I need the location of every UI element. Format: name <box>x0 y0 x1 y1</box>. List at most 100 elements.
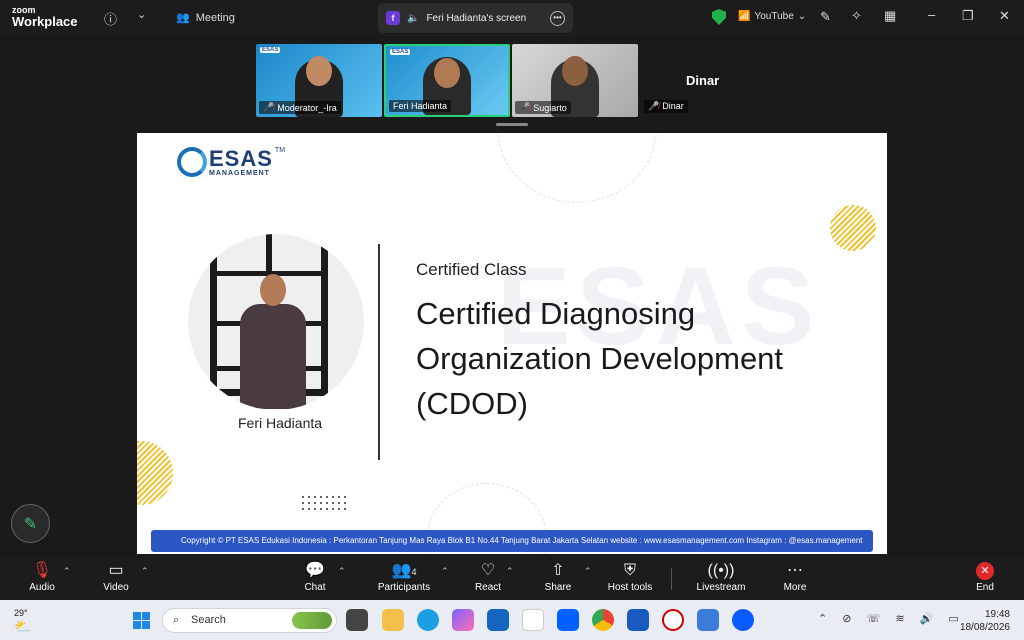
media-player-icon[interactable] <box>662 609 684 631</box>
shield-icon: ⛨ <box>623 562 636 579</box>
minimize-icon[interactable]: – <box>928 7 935 22</box>
annotate-button[interactable]: ✎ <box>11 504 50 543</box>
more-icon[interactable]: ••• <box>550 10 565 26</box>
youtube-dropdown[interactable]: 📶 YouTube ⌄ <box>738 11 806 22</box>
participant-name: Moderator_-Ira <box>277 102 337 113</box>
livestream-icon: ((•)) <box>707 562 735 579</box>
word-icon[interactable] <box>627 609 649 631</box>
edge-icon[interactable] <box>417 609 439 631</box>
file-explorer-icon[interactable] <box>382 609 404 631</box>
strip-drag-handle[interactable] <box>496 123 528 126</box>
toolbar-divider <box>671 568 672 590</box>
share-screen-icon: ⇧ <box>551 562 565 579</box>
shield-icon[interactable] <box>712 9 726 25</box>
video-options-caret[interactable]: ⌃ <box>141 566 149 577</box>
mic-muted-icon: 🎤̸ <box>648 101 660 111</box>
video-label: Video <box>103 582 129 593</box>
close-icon[interactable]: ✕ <box>999 8 1010 24</box>
weather-widget[interactable]: 29° ⛅ <box>14 608 31 635</box>
meeting-button[interactable]: 👥 Meeting <box>176 11 235 25</box>
dropbox-icon[interactable] <box>557 609 579 631</box>
brand-line2: Workplace <box>12 14 78 29</box>
host-tools-label: Host tools <box>607 582 653 593</box>
participants-button[interactable]: 👥4 Participants <box>375 560 433 593</box>
top-bar: zoom Workplace ⓘ ⌄ 👥 Meeting f 🔈 Feri Ha… <box>0 0 1024 36</box>
video-button[interactable]: ▭ Video <box>100 560 132 593</box>
participants-icon: 👥4 <box>391 562 417 579</box>
dot-grid-decoration <box>300 494 346 514</box>
pen-tool-icon[interactable]: ✎ <box>820 9 831 25</box>
signal-icon: 📶 <box>738 11 751 22</box>
clock-date: 18/08/2026 <box>959 622 1010 633</box>
amazon-icon[interactable] <box>522 609 544 631</box>
system-tray[interactable]: ⌃ ⊘ ☏ ≋ 🔊 ▭ <box>818 612 965 625</box>
chat-options-caret[interactable]: ⌃ <box>338 566 346 577</box>
end-button[interactable]: ✕ End <box>972 560 998 593</box>
taskbar-search[interactable]: ⌕ Search <box>162 608 337 633</box>
participants-options-caret[interactable]: ⌃ <box>441 566 449 577</box>
meeting-label: Meeting <box>195 11 235 24</box>
zoom-app-icon[interactable] <box>732 609 754 631</box>
host-tools-button[interactable]: ⛨ Host tools <box>604 560 656 593</box>
info-icon[interactable]: ⓘ <box>104 9 117 28</box>
audio-options-caret[interactable]: ⌃ <box>63 566 71 577</box>
youtube-label: YouTube <box>754 11 794 22</box>
mic-muted-icon: 🎤̸ <box>519 102 531 112</box>
more-icon: ⋯ <box>787 562 803 579</box>
livestream-button[interactable]: ((•)) Livestream <box>695 560 747 593</box>
share-tab-badge: f <box>386 11 400 25</box>
participant-label: 🎤̸ Moderator_-Ira <box>259 101 341 114</box>
zoom-logo: zoom Workplace <box>12 6 78 29</box>
participant-name: Sugiarto <box>533 102 567 113</box>
esas-mini-logo: ESAS <box>260 47 281 53</box>
share-label: Share <box>544 582 572 593</box>
participant-avatar-name[interactable]: Dinar <box>686 73 719 88</box>
meeting-toolbar: 🎙 Audio ⌃ ▭ Video ⌃ 💬 Chat ⌃ 👥4 Particip… <box>0 556 1024 600</box>
search-placeholder: Search <box>191 614 226 626</box>
livestream-label: Livestream <box>696 582 746 593</box>
participant-tile[interactable]: ESAS 🎤̸ Moderator_-Ira <box>256 44 382 117</box>
react-button[interactable]: ♡ React <box>473 560 503 593</box>
copilot-icon[interactable] <box>452 609 474 631</box>
participant-tile[interactable]: ESAS Feri Hadianta <box>384 44 510 117</box>
sparkle-icon[interactable]: ✧ <box>851 8 862 24</box>
share-button[interactable]: ⇧ Share <box>543 560 573 593</box>
store-icon[interactable] <box>487 609 509 631</box>
end-label: End <box>976 582 994 593</box>
restore-icon[interactable]: ❐ <box>962 8 974 24</box>
esas-mini-logo: ESAS <box>390 49 411 55</box>
weather-temp: 29° <box>14 608 28 618</box>
audio-button[interactable]: 🎙 Audio <box>26 560 58 593</box>
windows-start-icon[interactable] <box>133 612 150 629</box>
participant-tile[interactable]: 🎤̸ Sugiarto <box>512 44 638 117</box>
gold-circle-decoration <box>830 205 876 251</box>
chrome-icon[interactable] <box>592 609 614 631</box>
participant-head <box>434 58 460 88</box>
search-highlight-image <box>292 612 332 629</box>
weather-icon: ⛅ <box>14 618 32 634</box>
participant-label: Feri Hadianta <box>389 100 452 112</box>
meeting-icon: 👥 <box>176 12 190 24</box>
share-tab-label: Feri Hadianta's screen <box>426 12 527 24</box>
speaker-icon[interactable]: 🔈 <box>407 13 419 24</box>
chat-button[interactable]: 💬 Chat <box>300 560 330 593</box>
slide-footer: Copyright © PT ESAS Edukasi Indonesia : … <box>151 530 873 552</box>
photos-icon[interactable] <box>697 609 719 631</box>
react-options-caret[interactable]: ⌃ <box>506 566 514 577</box>
participant-label: 🎤̸ Sugiarto <box>515 101 571 114</box>
participant-name: Feri Hadianta <box>393 101 448 111</box>
task-view-icon[interactable] <box>346 609 368 631</box>
windows-taskbar: 29° ⛅ ⌕ Search ⌃ ⊘ ☏ ≋ 🔊 ▭ 19:48 18/08/2… <box>0 600 1024 640</box>
share-options-caret[interactable]: ⌃ <box>584 566 592 577</box>
more-button[interactable]: ⋯ More <box>780 560 810 593</box>
participants-count: 4 <box>411 567 417 577</box>
esas-logo: ESAS MANAGEMENT TM <box>177 147 285 177</box>
speaker-body <box>240 304 306 409</box>
speaker-photo <box>188 234 364 410</box>
shared-slide: ESAS ESAS MANAGEMENT TM Feri Hadianta Ce… <box>137 133 887 554</box>
layout-icon[interactable]: ▦ <box>884 8 896 24</box>
shared-screen-tab[interactable]: f 🔈 Feri Hadianta's screen ••• <box>378 3 573 33</box>
chevron-down-icon[interactable]: ⌄ <box>137 8 146 21</box>
participants-label: Participants <box>377 582 431 593</box>
taskbar-clock[interactable]: 19:48 18/08/2026 <box>960 608 1010 634</box>
